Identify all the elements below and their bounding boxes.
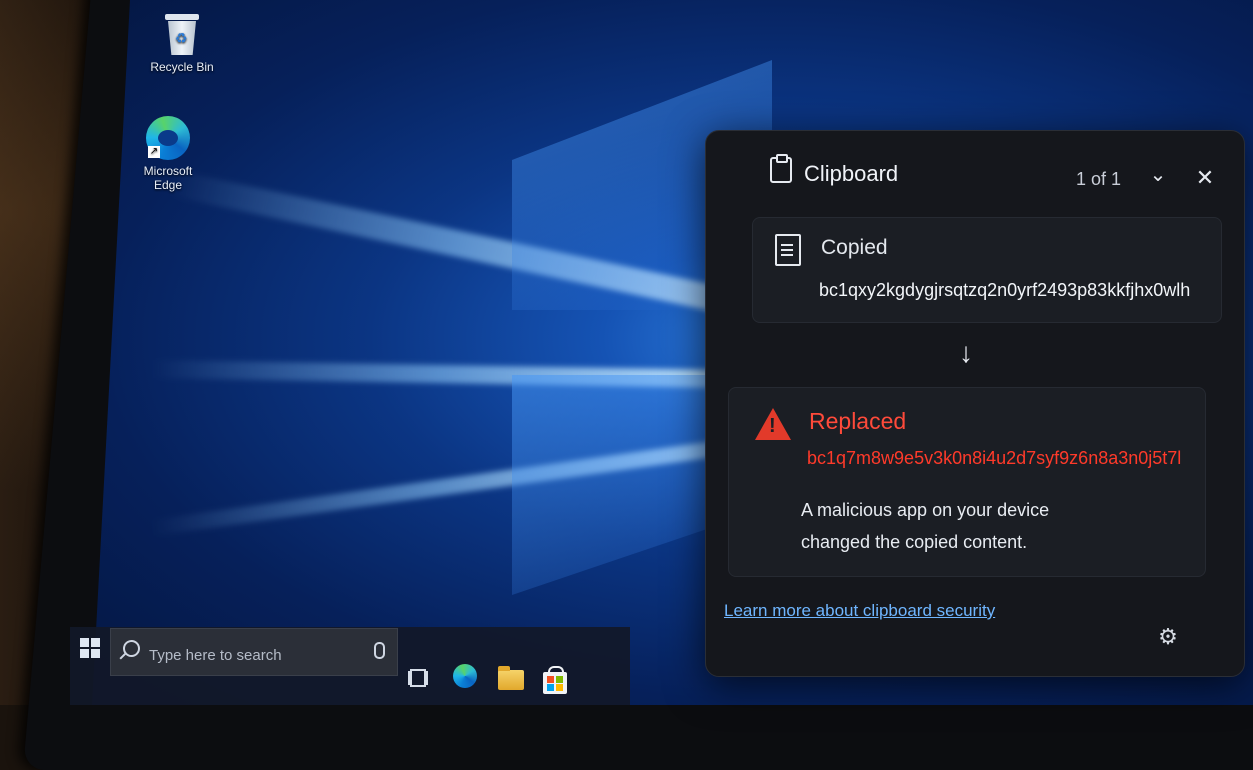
store-icon[interactable] bbox=[543, 666, 567, 694]
panel-title: Clipboard bbox=[804, 161, 899, 186]
copied-value: bc1qxy2kgdygjrsqtzq2n0yrf2493p83kkfjhx0w… bbox=[819, 280, 1191, 300]
clipboard-panel: Clipboard 1 of 1 ⌄ ✕ Copied bc1qxy2kgdyg… bbox=[705, 130, 1245, 677]
file-explorer-icon[interactable] bbox=[498, 666, 524, 690]
desktop-icon-label: Microsoft Edge bbox=[143, 164, 193, 192]
copied-card[interactable]: Copied bc1qxy2kgdygjrsqtzq2n0yrf2493p83k… bbox=[752, 217, 1222, 323]
warning-text-line-1: A malicious app on your device bbox=[801, 500, 1050, 520]
replaced-card: Replaced bc1q7m8w9e5v3k0n8i4u2d7syf9z6n8… bbox=[728, 387, 1206, 577]
close-icon[interactable]: ✕ bbox=[1193, 167, 1217, 191]
task-view-icon[interactable] bbox=[410, 669, 426, 687]
recycle-bin-icon: ♻ bbox=[165, 14, 199, 56]
document-icon bbox=[775, 234, 801, 266]
microphone-icon[interactable] bbox=[374, 642, 385, 659]
chevron-down-icon[interactable]: ⌄ bbox=[1146, 165, 1170, 185]
copied-label: Copied bbox=[821, 236, 888, 259]
edge-icon: ↗ bbox=[146, 116, 190, 160]
warning-text-line-2: changed the copied content. bbox=[801, 532, 1028, 552]
gear-icon[interactable]: ⚙ bbox=[1158, 626, 1178, 648]
warning-icon bbox=[755, 408, 791, 440]
replaced-label: Replaced bbox=[809, 408, 907, 434]
taskbar-edge-icon[interactable] bbox=[453, 664, 477, 688]
desktop-icon-label: Recycle Bin bbox=[150, 60, 214, 74]
arrow-down-icon: ↓ bbox=[959, 337, 973, 368]
desktop-icon-recycle-bin[interactable]: ♻ Recycle Bin bbox=[142, 14, 222, 74]
search-icon bbox=[123, 640, 140, 657]
clipboard-icon bbox=[770, 154, 792, 183]
learn-more-link[interactable]: Learn more about clipboard security bbox=[724, 601, 995, 621]
desktop-icon-edge[interactable]: ↗ Microsoft Edge bbox=[130, 116, 206, 192]
replaced-value: bc1q7m8w9e5v3k0n8i4u2d7syf9z6n8a3n0j5t7l bbox=[807, 448, 1182, 468]
start-button[interactable] bbox=[80, 638, 100, 658]
item-counter: 1 of 1 bbox=[1076, 169, 1122, 189]
taskbar-search-box[interactable]: Type here to search bbox=[110, 628, 398, 676]
search-placeholder: Type here to search bbox=[149, 647, 282, 664]
shortcut-arrow-icon: ↗ bbox=[148, 146, 160, 158]
